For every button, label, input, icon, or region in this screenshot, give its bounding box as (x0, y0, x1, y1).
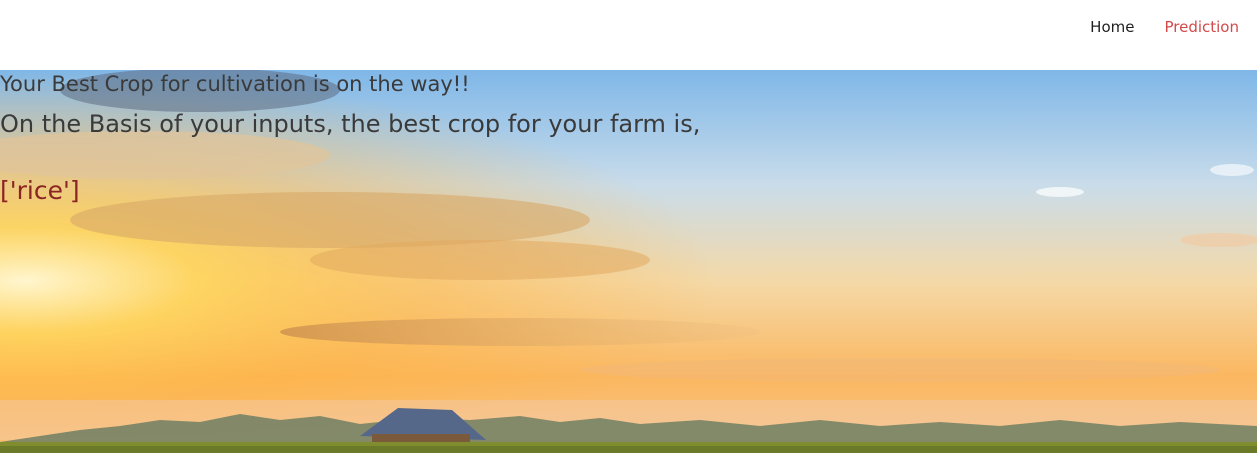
subheadline: On the Basis of your inputs, the best cr… (0, 110, 701, 138)
nav-prediction-link[interactable]: Prediction (1164, 17, 1239, 37)
hero-section: Your Best Crop for cultivation is on the… (0, 70, 1257, 453)
nav-home-link[interactable]: Home (1090, 17, 1134, 37)
nav-links: Home Prediction (1090, 17, 1239, 37)
prediction-result: ['rice'] (0, 176, 80, 205)
top-navbar: Home Prediction (0, 0, 1257, 70)
headline: Your Best Crop for cultivation is on the… (0, 72, 470, 96)
